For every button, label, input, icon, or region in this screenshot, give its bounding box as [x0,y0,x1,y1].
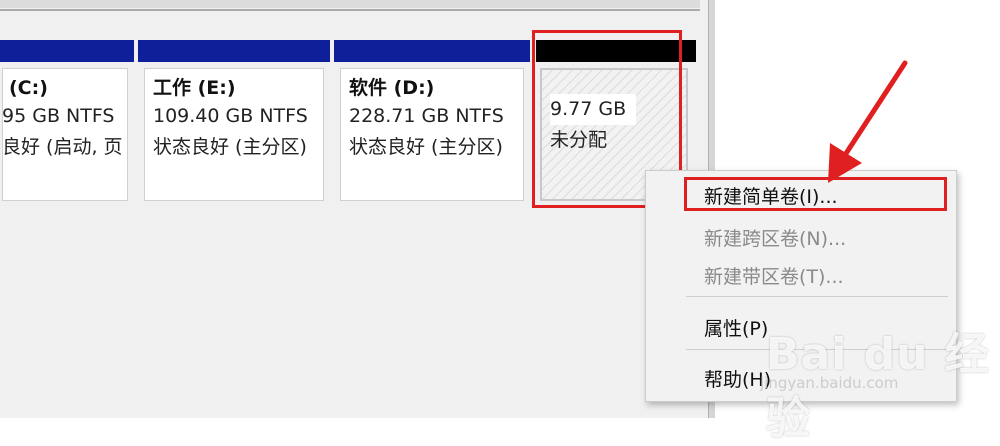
partition-c[interactable]: (C:) 95 GB NTFS 良好 (启动, 页 [0,40,134,207]
top-scroll-strip [0,0,700,8]
partition-d-body[interactable]: 软件 (D:) 228.71 GB NTFS 状态良好 (主分区) [340,68,524,201]
partition-d-header [334,40,530,62]
partition-c-header [0,40,134,62]
partition-e-status: 状态良好 (主分区) [153,136,307,158]
partition-e[interactable]: 工作 (E:) 109.40 GB NTFS 状态良好 (主分区) [138,40,330,207]
partition-c-body[interactable]: (C:) 95 GB NTFS 良好 (启动, 页 [2,68,128,201]
menu-item-properties[interactable]: 属性(P) [704,314,768,341]
red-arrow-icon [828,60,908,183]
top-divider [0,9,700,11]
partition-c-status: 良好 (启动, 页 [2,136,123,158]
partition-c-size: 95 GB NTFS [2,105,115,127]
partition-e-name: 工作 (E:) [153,77,236,99]
partition-d-size: 228.71 GB NTFS [349,105,504,127]
menu-item-new-striped-volume[interactable]: 新建带区卷(T)... [704,262,844,289]
partition-e-size: 109.40 GB NTFS [153,105,308,127]
partition-c-name: (C:) [9,77,48,99]
baidu-watermark-url: jingyan.baidu.com [760,374,899,392]
menu-item-new-spanned-volume[interactable]: 新建跨区卷(N)... [704,224,846,251]
partition-e-body[interactable]: 工作 (E:) 109.40 GB NTFS 状态良好 (主分区) [144,68,324,201]
partition-d-name: 软件 (D:) [349,77,435,99]
partition-e-header [138,40,330,62]
partition-d[interactable]: 软件 (D:) 228.71 GB NTFS 状态良好 (主分区) [334,40,530,207]
menu-separator [686,296,948,297]
partition-d-status: 状态良好 (主分区) [349,136,503,158]
